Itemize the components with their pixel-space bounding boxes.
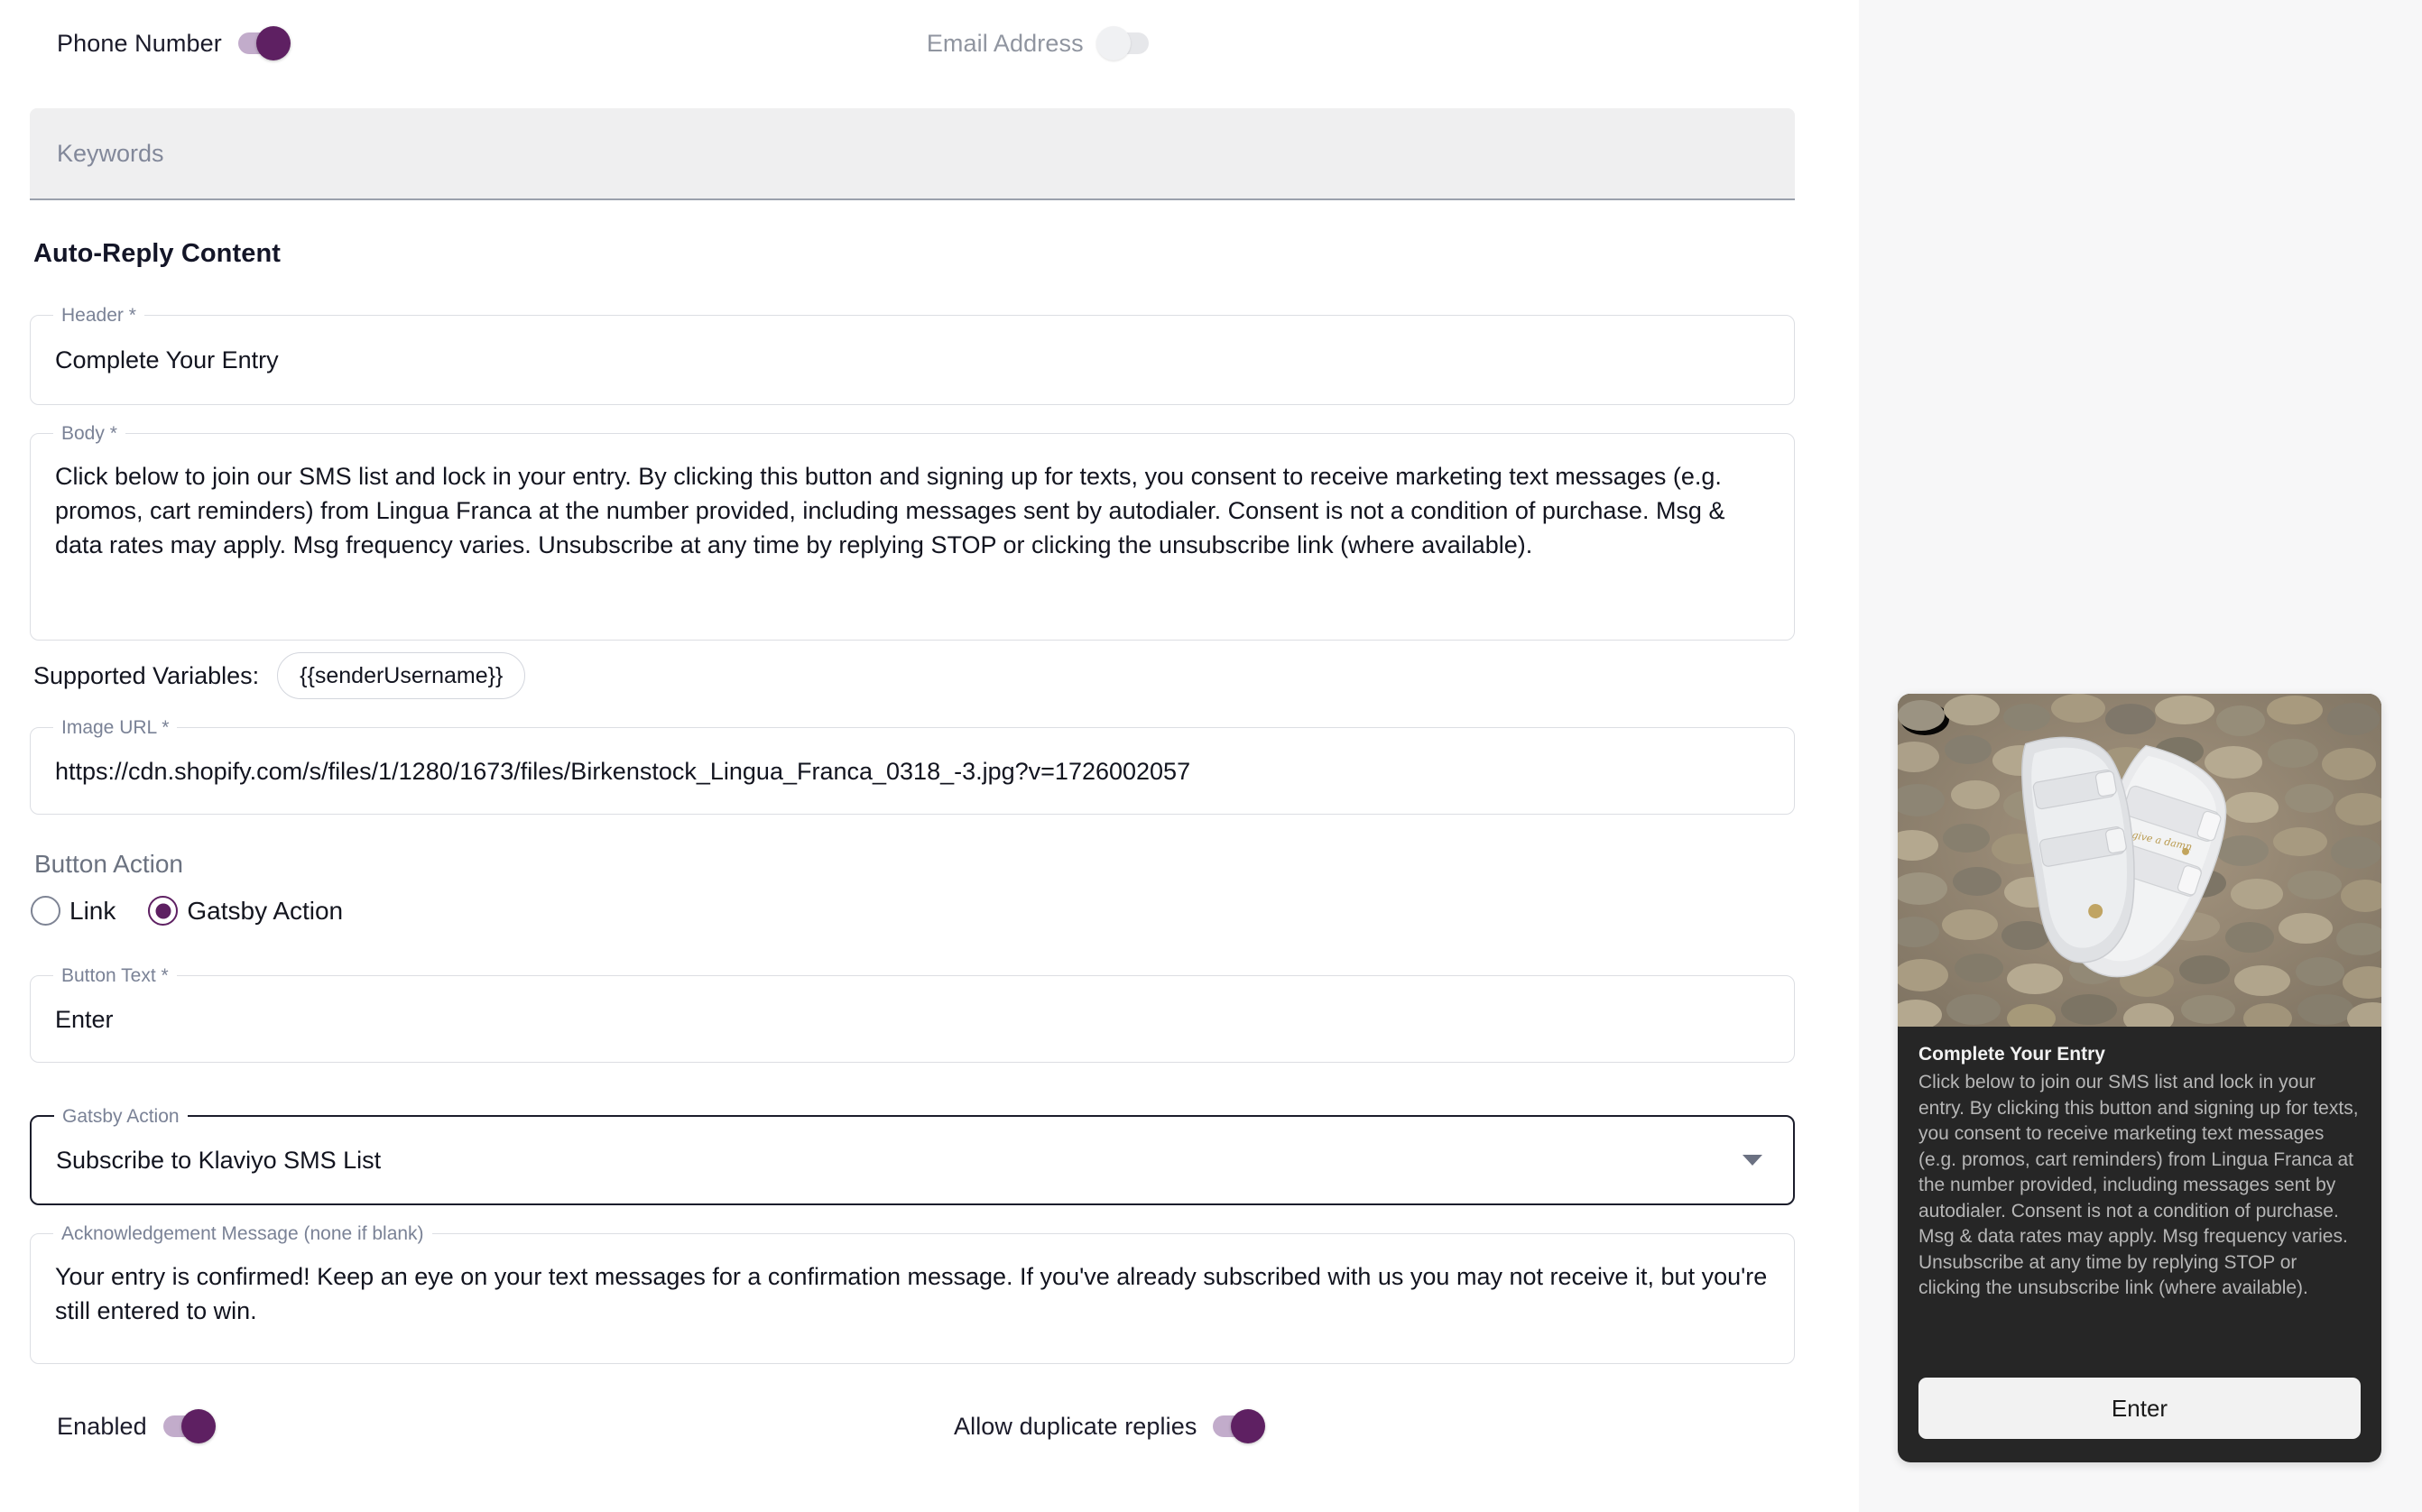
phone-number-label: Phone Number [57, 29, 222, 57]
button-text-field-label: Button Text * [53, 964, 177, 988]
form-column: Phone Number Email Address Keywords Auto… [0, 0, 1859, 1512]
acknowledgement-message-field-value: Your entry is confirmed! Keep an eye on … [55, 1263, 1774, 1324]
keywords-placeholder: Keywords [57, 139, 164, 167]
enabled-label: Enabled [57, 1412, 147, 1440]
preview-image: give a damn [1898, 694, 2381, 1027]
allow-duplicate-replies-switch[interactable] [1209, 1409, 1266, 1443]
acknowledgement-message-field-label: Acknowledgement Message (none if blank) [53, 1222, 432, 1246]
allow-duplicate-replies-toggle-group[interactable]: Allow duplicate replies [954, 1409, 1266, 1443]
switch-knob [255, 26, 291, 60]
bottom-toggle-row: Enabled Allow duplicate replies [0, 1409, 1816, 1472]
body-field-value: Click below to join our SMS list and loc… [55, 463, 1732, 558]
email-address-label: Email Address [926, 29, 1084, 57]
acknowledgement-message-field[interactable]: Acknowledgement Message (none if blank) … [30, 1222, 1795, 1364]
preview-text-block: Complete Your Entry Click below to join … [1898, 1027, 2381, 1358]
channel-toggle-row: Phone Number Email Address [0, 0, 1816, 87]
image-url-field-label: Image URL * [53, 716, 178, 740]
button-text-field[interactable]: Button Text * Enter [30, 964, 1795, 1063]
gatsby-action-select-value: Subscribe to Klaviyo SMS List [56, 1147, 382, 1174]
preview-header: Complete Your Entry [1918, 1044, 2105, 1065]
radio-option-gatsby-action-label: Gatsby Action [187, 896, 344, 925]
preview-column: give a damn Complete Your Entry Click be… [1859, 0, 2422, 1512]
phone-number-toggle-group[interactable]: Phone Number [57, 26, 291, 60]
button-action-radio-group[interactable]: Link Gatsby Action [31, 896, 359, 926]
supported-variables-label: Supported Variables: [33, 661, 260, 689]
enabled-toggle-group[interactable]: Enabled [57, 1409, 216, 1443]
email-address-switch[interactable] [1095, 26, 1152, 60]
header-field[interactable]: Header * Complete Your Entry [30, 304, 1795, 405]
preview-cta-button[interactable]: Enter [1918, 1378, 2361, 1439]
gatsby-action-select-label: Gatsby Action [54, 1105, 188, 1129]
image-url-field-value: https://cdn.shopify.com/s/files/1/1280/1… [55, 757, 1191, 785]
switch-knob [180, 1409, 216, 1443]
body-field-label: Body * [53, 422, 125, 446]
email-address-toggle-group[interactable]: Email Address [927, 26, 1152, 60]
supported-variables: Supported Variables: {{senderUsername}} [33, 652, 526, 699]
keywords-field[interactable]: Keywords [30, 108, 1795, 200]
phone-number-switch[interactable] [235, 26, 291, 60]
button-text-field-value: Enter [55, 1005, 114, 1033]
header-field-label: Header * [53, 304, 144, 327]
allow-duplicate-replies-label: Allow duplicate replies [954, 1412, 1197, 1440]
radio-option-link-label: Link [69, 896, 116, 925]
header-field-value: Complete Your Entry [55, 346, 279, 373]
auto-reply-preview-card: give a damn Complete Your Entry Click be… [1898, 694, 2381, 1462]
variable-chip-senderusername[interactable]: {{senderUsername}} [277, 652, 526, 699]
radio-icon-unchecked[interactable] [31, 896, 60, 926]
radio-option-gatsby-action[interactable]: Gatsby Action [148, 896, 359, 926]
switch-knob [1231, 1409, 1266, 1443]
body-field[interactable]: Body * Click below to join our SMS list … [30, 422, 1795, 641]
preview-body: Click below to join our SMS list and loc… [1918, 1072, 2359, 1298]
enabled-switch[interactable] [160, 1409, 216, 1443]
radio-option-link[interactable]: Link [31, 896, 132, 926]
auto-reply-editor-screen: Phone Number Email Address Keywords Auto… [0, 0, 2422, 1512]
chevron-down-icon[interactable] [1743, 1155, 1762, 1166]
button-action-title: Button Action [34, 850, 184, 878]
switch-knob [1095, 26, 1131, 60]
gatsby-action-select[interactable]: Gatsby Action Subscribe to Klaviyo SMS L… [30, 1105, 1795, 1205]
auto-reply-content-title: Auto-Reply Content [33, 239, 282, 268]
radio-icon-checked[interactable] [148, 896, 179, 926]
image-url-field[interactable]: Image URL * https://cdn.shopify.com/s/fi… [30, 716, 1795, 815]
